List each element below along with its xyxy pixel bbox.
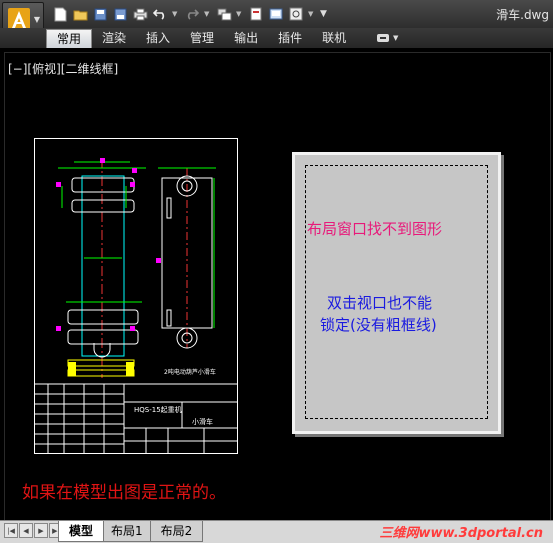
- drawing-caption: 2吨电动葫芦小滑车: [164, 368, 216, 376]
- layout-tabs: 模型 布局1 布局2: [58, 521, 204, 542]
- annotation-layout-issue: 布局窗口找不到图形: [307, 220, 443, 238]
- tab-manage[interactable]: 管理: [180, 28, 224, 48]
- plot-icon[interactable]: [248, 6, 264, 22]
- site-watermark: 三维网www.3dportal.cn: [380, 522, 544, 541]
- annotation-dblclick-line1: 双击视口也不能: [327, 294, 433, 312]
- chevron-down-icon[interactable]: ▼: [204, 10, 212, 18]
- chevron-down-icon[interactable]: ▼: [236, 10, 244, 18]
- new-icon[interactable]: [52, 6, 68, 22]
- chevron-down-icon: ▼: [393, 34, 399, 42]
- tab-model[interactable]: 模型: [58, 521, 105, 542]
- publish-icon[interactable]: [268, 6, 284, 22]
- tab-layout2[interactable]: 布局2: [149, 521, 204, 542]
- annotation-dblclick-line2: 锁定(没有粗框线): [320, 316, 437, 334]
- front-view: [56, 158, 161, 378]
- customize-qat-icon[interactable]: ▼: [320, 9, 328, 19]
- ribbon-tabs: 常用 渲染 插入 管理 输出 插件 联机: [46, 28, 356, 48]
- title-block-name: 小滑车: [192, 417, 213, 426]
- side-view: [158, 167, 216, 349]
- title-block-code: HQS-15起重机: [134, 405, 182, 414]
- tab-insert[interactable]: 插入: [136, 28, 180, 48]
- tab-output[interactable]: 输出: [224, 28, 268, 48]
- first-tab-icon[interactable]: |◀: [4, 523, 18, 538]
- print-icon[interactable]: [132, 6, 148, 22]
- chevron-down-icon[interactable]: ▼: [172, 10, 180, 18]
- ribbon-display-icon: [377, 34, 389, 42]
- quick-access-toolbar: ▼ ▼ ▼ ▼ ▼: [52, 5, 328, 23]
- window-title: 滑车.dwg: [496, 8, 549, 22]
- prev-tab-icon[interactable]: ◀: [19, 523, 33, 538]
- tab-navigation: |◀ ◀ ▶ ▶|: [4, 523, 63, 538]
- viewport-controls-label[interactable]: [−][俯视][二维线框]: [8, 60, 118, 77]
- tab-render[interactable]: 渲染: [92, 28, 136, 48]
- save-as-icon[interactable]: [112, 6, 128, 22]
- workspace-icon[interactable]: [216, 6, 232, 22]
- next-tab-icon[interactable]: ▶: [34, 523, 48, 538]
- tab-home[interactable]: 常用: [46, 29, 93, 48]
- redo-icon[interactable]: [184, 6, 200, 22]
- tab-layout1[interactable]: 布局1: [100, 521, 154, 542]
- cad-drawing[interactable]: 2吨电动葫芦小滑车 HQS-15起重机 小滑车: [34, 138, 238, 454]
- save-icon[interactable]: [92, 6, 108, 22]
- annotation-model-note: 如果在模型出图是正常的。: [22, 483, 226, 503]
- undo-icon[interactable]: [152, 6, 168, 22]
- properties-icon[interactable]: [288, 6, 304, 22]
- tab-online[interactable]: 联机: [312, 28, 356, 48]
- watermark-url: www.3dportal.cn: [418, 526, 543, 541]
- tab-plugins[interactable]: 插件: [268, 28, 312, 48]
- chevron-down-icon: ▼: [33, 15, 40, 24]
- open-icon[interactable]: [72, 6, 88, 22]
- watermark-brand: 三维网: [379, 526, 419, 541]
- ribbon-minimize-button[interactable]: ▼: [376, 31, 404, 45]
- chevron-down-icon[interactable]: ▼: [308, 10, 316, 18]
